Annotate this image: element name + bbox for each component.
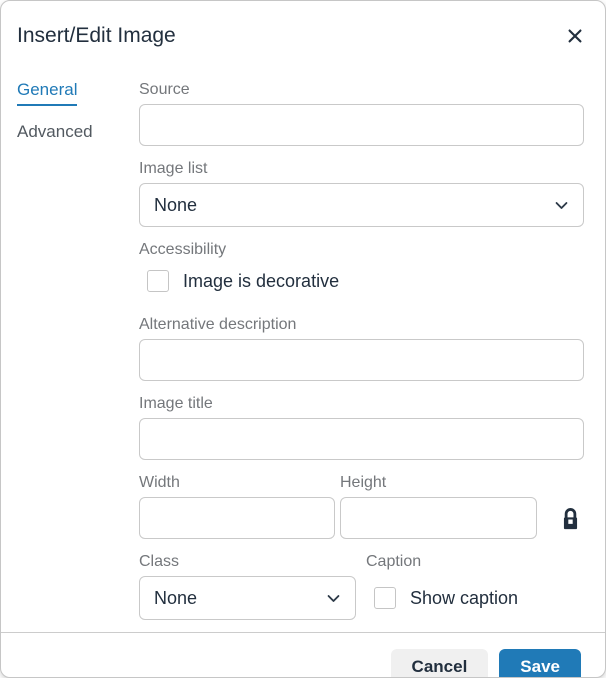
class-caption-field-group: Class None Caption Show caption — [139, 551, 584, 620]
insert-edit-image-dialog: Insert/Edit Image General Advanced Sourc… — [0, 0, 606, 678]
caption-field-group: Caption Show caption — [366, 551, 584, 610]
height-label: Height — [340, 472, 537, 493]
chevron-down-icon — [325, 590, 342, 607]
image-list-selected-value: None — [154, 195, 197, 216]
alt-description-input[interactable] — [139, 339, 584, 381]
image-list-select[interactable]: None — [139, 183, 584, 227]
tab-general[interactable]: General — [17, 80, 77, 106]
class-selected-value: None — [154, 588, 197, 609]
close-icon — [565, 26, 585, 46]
dialog-title: Insert/Edit Image — [17, 22, 589, 50]
chevron-down-icon — [553, 197, 570, 214]
source-label: Source — [139, 79, 584, 100]
width-input[interactable] — [139, 497, 335, 539]
show-caption-checkbox-label: Show caption — [410, 586, 518, 610]
class-field-group: Class None — [139, 551, 356, 620]
lock-icon — [560, 507, 581, 532]
constrain-proportions-button[interactable] — [559, 506, 581, 532]
show-caption-checkbox-row[interactable]: Show caption — [366, 586, 584, 610]
accessibility-label: Accessibility — [139, 239, 584, 260]
source-input[interactable] — [139, 104, 584, 146]
width-label: Width — [139, 472, 335, 493]
decorative-checkbox-label: Image is decorative — [183, 269, 339, 293]
caption-label: Caption — [366, 551, 584, 572]
decorative-checkbox[interactable] — [147, 270, 169, 292]
dialog-footer: Cancel Save — [1, 632, 605, 678]
image-title-label: Image title — [139, 393, 584, 414]
width-field-group: Width — [139, 472, 335, 539]
image-title-input[interactable] — [139, 418, 584, 460]
class-select[interactable]: None — [139, 576, 356, 620]
image-list-field-group: Image list None — [139, 158, 584, 227]
accessibility-field-group: Accessibility Image is decorative — [139, 239, 584, 293]
save-button[interactable]: Save — [499, 649, 581, 678]
show-caption-checkbox[interactable] — [374, 587, 396, 609]
decorative-checkbox-row[interactable]: Image is decorative — [139, 269, 584, 293]
tab-advanced[interactable]: Advanced — [17, 122, 93, 141]
dialog-header: Insert/Edit Image — [1, 1, 605, 63]
source-field-group: Source — [139, 79, 584, 146]
height-field-group: Height — [340, 472, 537, 539]
general-tab-panel: Source Image list None Accessibility Ima… — [139, 79, 584, 632]
dimensions-field-group: Width Height — [139, 472, 584, 539]
alt-description-field-group: Alternative description — [139, 314, 584, 381]
dialog-body: General Advanced Source Image list None … — [1, 63, 605, 632]
tab-list: General Advanced — [17, 79, 139, 632]
image-list-label: Image list — [139, 158, 584, 179]
close-button[interactable] — [560, 22, 590, 50]
height-input[interactable] — [340, 497, 537, 539]
image-title-field-group: Image title — [139, 393, 584, 460]
alt-description-label: Alternative description — [139, 314, 584, 335]
class-label: Class — [139, 551, 356, 572]
cancel-button[interactable]: Cancel — [391, 649, 489, 678]
